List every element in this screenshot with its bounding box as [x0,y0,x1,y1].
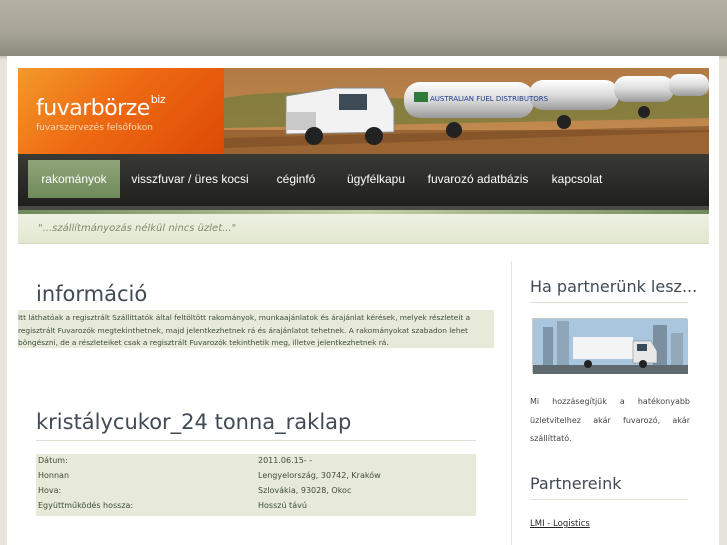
nav-item-fuvarozo-adatbazis[interactable]: fuvarozó adatbázis [422,160,534,198]
logo-text: fuvarbörzebiz [36,93,166,121]
detail-label: Dátum: [38,456,68,465]
logo[interactable]: fuvarbörzebiz fuvarszervezés felsőfokon [18,68,224,154]
partner-link-lmi[interactable]: LMI - Logistics [530,519,590,529]
sidebar-divider [530,302,688,303]
listing-details: Dátum: 2011.06.15- - Honnan Lengyelorszá… [36,454,476,516]
listing-divider [36,440,476,441]
partner-text: Mi hozzásegítjük a hatékonyabb üzletvite… [530,397,690,443]
detail-label: Hova: [38,486,62,495]
detail-value: Hosszú távú [258,501,307,510]
sidebar-divider [530,499,688,500]
partner-photo [532,318,688,374]
nav-item-ugyfelkapu[interactable]: ügyfélkapu [336,160,416,198]
main-nav: rakományok visszfuvar / üres kocsi cégin… [18,154,709,210]
detail-label: Honnan [38,471,70,480]
nav-item-kapcsolat[interactable]: kapcsolat [542,160,612,198]
page: fuvarbörzebiz fuvarszervezés felsőfokon [7,56,719,545]
header-banner-image: AUSTRALIAN FUEL DISTRIBUTORS [224,68,709,154]
slogan-text: "...szállítmányozás nélkül nincs üzlet..… [38,223,237,234]
table-row: Dátum: 2011.06.15- - [36,454,476,469]
header: fuvarbörzebiz fuvarszervezés felsőfokon [18,68,709,154]
column-divider [511,261,512,545]
truck-city-photo [533,319,688,374]
detail-value: 2011.06.15- - [258,456,313,465]
nav-item-ceginfo[interactable]: céginfó [262,160,330,198]
detail-value: Lengyelország, 30742, Kraków [258,471,381,480]
tanker-lettering: AUSTRALIAN FUEL DISTRIBUTORS [430,95,549,103]
info-box: Itt láthatóak a regisztrált Szállíttatók… [18,310,494,348]
partner-heading: Ha partnerünk lesz... [530,277,698,296]
logo-tagline: fuvarszervezés felsőfokon [36,123,153,133]
nav-item-rakomanyok[interactable]: rakományok [28,160,120,198]
partners-heading: Partnereink [530,474,622,493]
detail-value: Szlovákia, 93028, Okoc [258,486,352,495]
info-text: Itt láthatóak a regisztrált Szállíttatók… [18,313,471,347]
slogan-bar: "...szállítmányozás nélkül nincs üzlet..… [18,214,709,244]
nav-item-visszfuvar[interactable]: visszfuvar / üres kocsi [126,160,254,198]
info-heading: információ [36,282,148,306]
truck-illustration: AUSTRALIAN FUEL DISTRIBUTORS [224,68,709,154]
table-row: Hova: Szlovákia, 93028, Okoc [36,484,476,499]
listing-title[interactable]: kristálycukor_24 tonna_raklap [36,410,351,434]
table-row: Együttműködés hossza: Hosszú távú [36,499,476,514]
detail-label: Együttműködés hossza: [38,501,134,510]
table-row: Honnan Lengyelország, 30742, Kraków [36,469,476,484]
